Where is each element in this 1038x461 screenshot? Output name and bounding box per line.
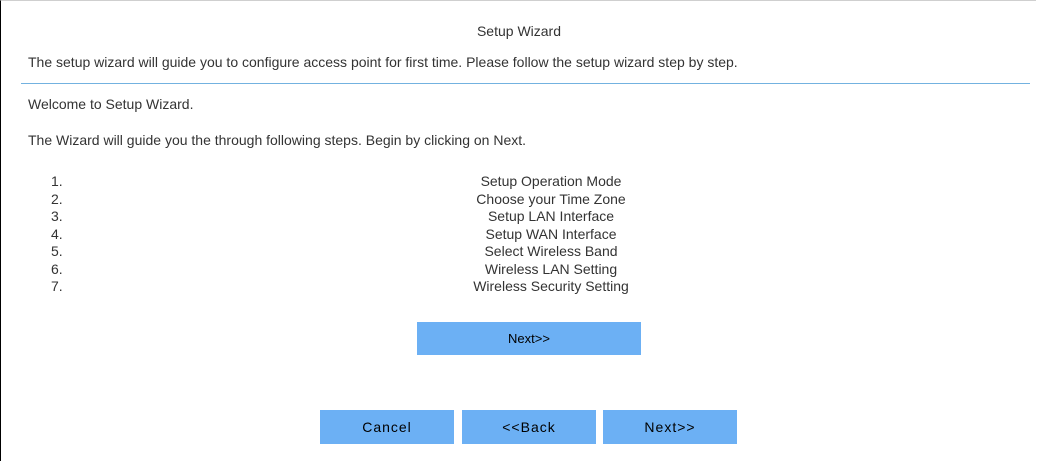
wizard-frame: Setup Wizard The setup wizard will guide… (0, 0, 1036, 461)
step-label: Wireless LAN Setting (484, 260, 618, 277)
step-number: 7. (51, 278, 63, 294)
next-button-top[interactable]: Next>> (417, 322, 641, 355)
page-title: Setup Wizard (476, 23, 562, 39)
guide-text: The Wizard will guide you the through fo… (28, 132, 527, 148)
step-label: Setup LAN Interface (487, 208, 615, 224)
next-button[interactable]: Next>> (603, 410, 737, 444)
list-item: 5. Select Wireless Band (1, 243, 1037, 261)
step-number: 4. (51, 225, 63, 242)
step-number: 2. (51, 190, 63, 207)
step-number: 5. (51, 243, 63, 259)
list-item: 2. Choose your Time Zone (1, 191, 1037, 209)
list-item: 6. Wireless LAN Setting (1, 261, 1037, 279)
step-label: Wireless Security Setting (473, 278, 629, 294)
step-label: Setup Operation Mode (480, 173, 622, 189)
step-label: Select Wireless Band (484, 243, 618, 259)
list-item: 7. Wireless Security Setting (1, 278, 1037, 296)
list-item: 4. Setup WAN Interface (1, 226, 1037, 244)
list-item: 3. Setup LAN Interface (1, 208, 1037, 226)
step-number: 1. (51, 173, 63, 189)
step-label: Choose your Time Zone (476, 190, 626, 207)
divider (21, 83, 1030, 84)
step-label: Setup WAN Interface (485, 225, 617, 242)
back-button[interactable]: <<Back (462, 410, 596, 444)
intro-text: The setup wizard will guide you to confi… (28, 54, 738, 70)
steps-list: 1. Setup Operation Mode 2. Choose your T… (1, 173, 1037, 296)
cancel-button[interactable]: Cancel (320, 410, 454, 444)
step-number: 6. (51, 260, 63, 277)
step-number: 3. (51, 208, 63, 224)
list-item: 1. Setup Operation Mode (1, 173, 1037, 191)
welcome-text: Welcome to Setup Wizard. (28, 96, 194, 112)
